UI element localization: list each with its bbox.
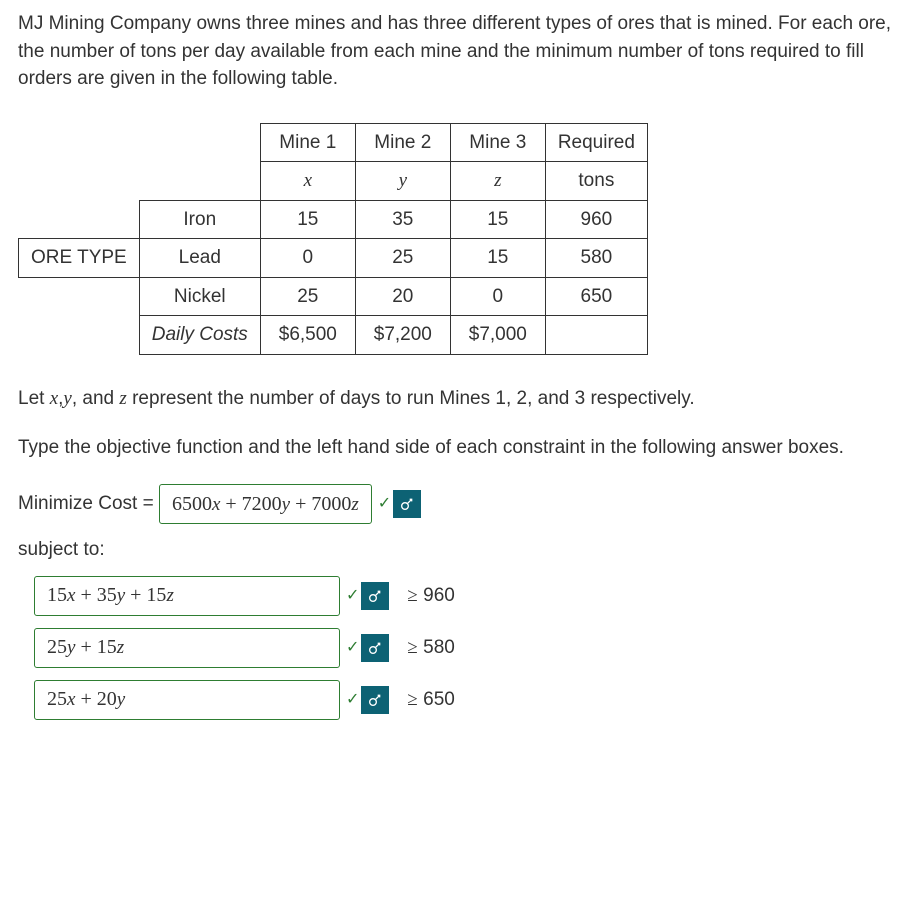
check-icon: ✓ bbox=[378, 492, 391, 515]
preview-button[interactable] bbox=[361, 634, 389, 662]
constraint-lhs-2: 25y + 15z bbox=[47, 633, 124, 662]
constraint-row-2: 25y + 15z ✓ ≥ 580 bbox=[34, 628, 892, 668]
preview-button[interactable] bbox=[361, 582, 389, 610]
constraint-row-1: 15x + 35y + 15z ✓ ≥ 960 bbox=[34, 576, 892, 616]
constraint-input-1[interactable]: 15x + 35y + 15z bbox=[34, 576, 340, 616]
constraint-input-2[interactable]: 25y + 15z bbox=[34, 628, 340, 668]
cell: 15 bbox=[450, 239, 545, 278]
objective-row: Minimize Cost = 6500x + 7200y + 7000z ✓ bbox=[18, 484, 892, 524]
objective-label: Minimize Cost = bbox=[18, 490, 154, 518]
subject-to-label: subject to: bbox=[18, 536, 892, 564]
col-header-mine1: Mine 1 bbox=[260, 123, 355, 162]
constraint-rhs-1: ≥ 960 bbox=[407, 582, 454, 610]
cell: 0 bbox=[260, 239, 355, 278]
cell: 15 bbox=[260, 200, 355, 239]
constraint-lhs-1: 15x + 35y + 15z bbox=[47, 581, 174, 610]
cell: 15 bbox=[450, 200, 545, 239]
data-table: Mine 1 Mine 2 Mine 3 Required x y z tons… bbox=[18, 123, 648, 355]
cell: $7,000 bbox=[450, 316, 545, 355]
preview-button[interactable] bbox=[393, 490, 421, 518]
preview-button[interactable] bbox=[361, 686, 389, 714]
cell: 35 bbox=[355, 200, 450, 239]
check-icon: ✓ bbox=[346, 636, 359, 659]
let-text: Let x,y, and z represent the number of d… bbox=[18, 385, 892, 413]
cell: $6,500 bbox=[260, 316, 355, 355]
constraint-rhs-3: ≥ 650 bbox=[407, 686, 454, 714]
let-prefix: Let bbox=[18, 388, 50, 409]
objective-value: 6500x + 7200y + 7000z bbox=[172, 490, 359, 519]
var-z: z bbox=[450, 162, 545, 201]
objective-input[interactable]: 6500x + 7200y + 7000z bbox=[159, 484, 372, 524]
col-header-mine3: Mine 3 bbox=[450, 123, 545, 162]
col-header-mine2: Mine 2 bbox=[355, 123, 450, 162]
check-icon: ✓ bbox=[346, 584, 359, 607]
cell: 25 bbox=[355, 239, 450, 278]
col-header-required: Required bbox=[545, 123, 647, 162]
row-lead: Lead bbox=[139, 239, 260, 278]
let-mid: represent the number of days to run Mine… bbox=[127, 388, 695, 409]
row-costs: Daily Costs bbox=[139, 316, 260, 355]
and-text: , and bbox=[72, 388, 120, 409]
constraint-row-3: 25x + 20y ✓ ≥ 650 bbox=[34, 680, 892, 720]
row-iron: Iron bbox=[139, 200, 260, 239]
var-y: y bbox=[355, 162, 450, 201]
var-y-inline: y bbox=[63, 388, 71, 409]
row-nickel: Nickel bbox=[139, 277, 260, 316]
check-icon: ✓ bbox=[346, 688, 359, 711]
cell: 25 bbox=[260, 277, 355, 316]
cell: 960 bbox=[545, 200, 647, 239]
ore-type-label: ORE TYPE bbox=[19, 239, 140, 278]
cell: $7,200 bbox=[355, 316, 450, 355]
cell: 650 bbox=[545, 277, 647, 316]
constraint-input-3[interactable]: 25x + 20y bbox=[34, 680, 340, 720]
cell: 0 bbox=[450, 277, 545, 316]
instruction-text: Type the objective function and the left… bbox=[18, 434, 892, 462]
cell: 20 bbox=[355, 277, 450, 316]
cell: 580 bbox=[545, 239, 647, 278]
constraint-lhs-3: 25x + 20y bbox=[47, 685, 125, 714]
problem-intro: MJ Mining Company owns three mines and h… bbox=[18, 10, 892, 93]
var-x: x bbox=[260, 162, 355, 201]
var-x-inline: x bbox=[50, 388, 58, 409]
cell-empty bbox=[545, 316, 647, 355]
var-z-inline: z bbox=[119, 388, 126, 409]
constraint-rhs-2: ≥ 580 bbox=[407, 634, 454, 662]
sub-required: tons bbox=[545, 162, 647, 201]
